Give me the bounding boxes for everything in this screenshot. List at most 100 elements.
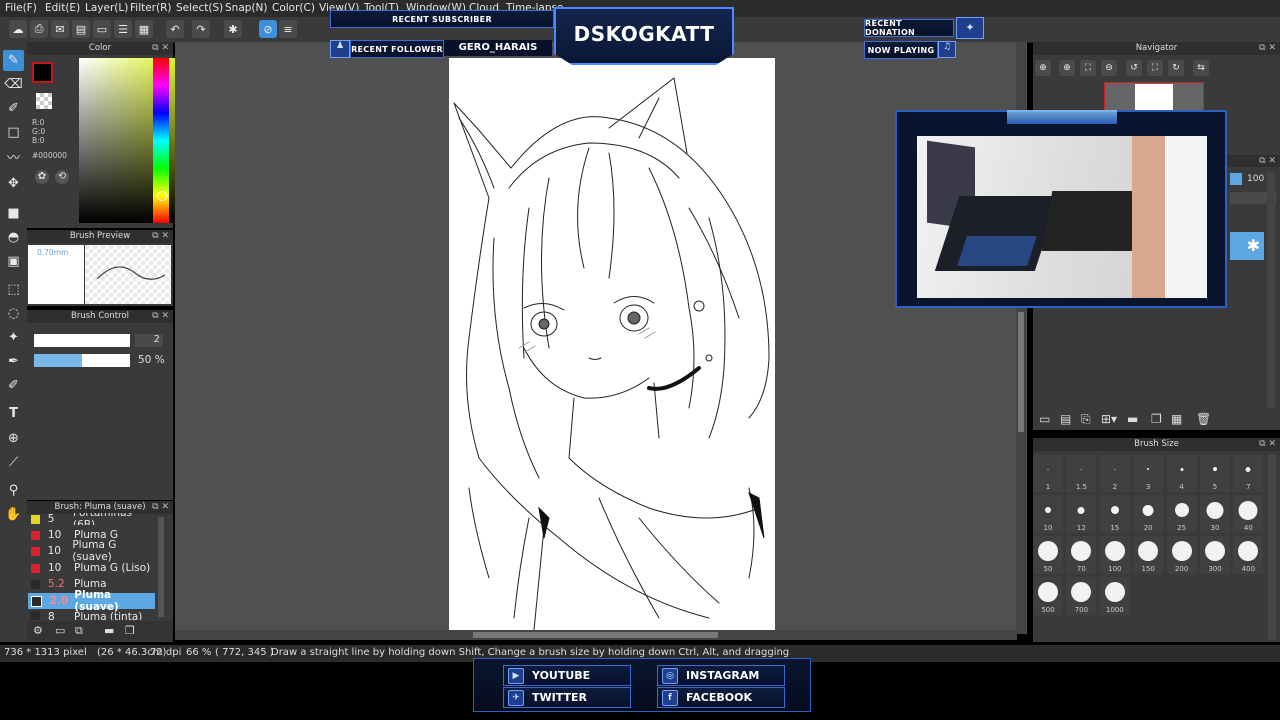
magic-wand-icon[interactable]: ✦ <box>3 327 24 348</box>
brush-size-option[interactable]: 400 <box>1233 536 1264 574</box>
facebook-link[interactable]: f FACEBOOK <box>657 687 785 708</box>
document-icon[interactable]: ▭ <box>93 20 111 38</box>
rotate-right-icon[interactable]: ↻ <box>1168 60 1184 76</box>
hand-tool-icon[interactable]: ✋ <box>3 504 24 525</box>
panel-close-icon[interactable]: ⧉ ✕ <box>152 42 169 55</box>
color-picker-icon[interactable]: ⟲ <box>55 170 69 184</box>
new-layer-alt-icon[interactable]: ▤ <box>1060 412 1071 426</box>
brush-tool-icon[interactable]: 〰 <box>3 146 24 167</box>
brush-size-option[interactable]: 500 <box>1033 577 1063 615</box>
new-layer-icon[interactable]: ▭ <box>1039 412 1050 426</box>
layer-scrollbar[interactable] <box>1267 172 1275 408</box>
undo-icon[interactable]: ↶ <box>166 20 184 38</box>
fit-window-icon[interactable]: ⛶ <box>1080 60 1096 76</box>
menu-edit[interactable]: Edit(E) <box>45 2 80 14</box>
secondary-color-swatch[interactable] <box>36 93 52 109</box>
bucket-icon[interactable]: ◓ <box>3 227 24 248</box>
brush-size-option[interactable]: 2 <box>1099 454 1130 492</box>
brush-size-slider[interactable] <box>34 334 130 347</box>
gradient-icon[interactable]: ▣ <box>3 251 24 272</box>
brush-list-scrollbar[interactable] <box>158 517 164 617</box>
text-tool-icon[interactable]: T <box>3 403 24 424</box>
menu-layer[interactable]: Layer(L) <box>85 2 128 14</box>
redo-icon[interactable]: ↷ <box>192 20 210 38</box>
list-item-selected[interactable]: 2.0 Pluma (suave) <box>28 589 155 613</box>
panel-close-icon[interactable]: ⧉ ✕ <box>1259 155 1276 168</box>
panel-close-icon[interactable]: ⧉ ✕ <box>1259 42 1276 55</box>
rectangle-select-icon[interactable]: □ <box>3 122 24 143</box>
brush-size-option[interactable]: 300 <box>1200 536 1230 574</box>
menu-color[interactable]: Color(C) <box>272 2 315 14</box>
folder-icon[interactable]: ▬ <box>104 624 114 637</box>
brush-size-option[interactable]: 7 <box>1233 454 1264 492</box>
layer-opacity-bar[interactable] <box>1230 173 1242 185</box>
snap-off-icon[interactable]: ⊘ <box>259 20 277 38</box>
lasso-icon[interactable]: ◌ <box>3 303 24 324</box>
hue-handle[interactable] <box>157 191 167 201</box>
menu-filter[interactable]: Filter(R) <box>130 2 172 14</box>
list-icon[interactable]: ☰ <box>114 20 132 38</box>
twitter-link[interactable]: ✈ TWITTER <box>503 687 631 708</box>
brush-size-option[interactable]: 4 <box>1166 454 1197 492</box>
opacity-slider[interactable] <box>34 354 130 367</box>
fullscreen-icon[interactable]: ⛶ <box>1147 60 1163 76</box>
brush-size-option[interactable]: 12 <box>1066 495 1097 533</box>
list-item[interactable]: 8 Pluma (tinta) <box>28 611 155 620</box>
brush-size-option[interactable]: 15 <box>1099 495 1130 533</box>
copy-brush-icon[interactable]: ⧉ <box>75 624 83 638</box>
select-pen-icon[interactable]: ✒ <box>3 351 24 372</box>
new-brush-icon[interactable]: ▭ <box>55 624 65 637</box>
copy-layer-icon[interactable]: ⎘ <box>1081 412 1091 427</box>
brush-size-option[interactable]: 30 <box>1200 495 1230 533</box>
pen-tool-icon[interactable]: ✎ <box>3 50 24 71</box>
fill-rect-icon[interactable]: ■ <box>3 203 24 224</box>
new-file-icon[interactable]: ⎙ <box>30 20 48 38</box>
menu-snap[interactable]: Snap(N) <box>225 2 267 14</box>
brush-size-option[interactable]: 20 <box>1133 495 1164 533</box>
duplicate-icon[interactable]: ❐ <box>125 624 135 637</box>
zoom-in-icon[interactable]: ⊕ <box>1035 60 1051 76</box>
grid-icon[interactable]: ▦ <box>135 20 153 38</box>
drawing-canvas[interactable] <box>449 58 775 630</box>
palette-icon[interactable]: ✿ <box>35 170 49 184</box>
sparkle-icon[interactable]: ✱ <box>224 20 242 38</box>
brush-size-option[interactable]: 3 <box>1133 454 1164 492</box>
flip-icon[interactable]: ⇆ <box>1193 60 1209 76</box>
zoom-out-icon[interactable]: ⊖ <box>1101 60 1117 76</box>
youtube-link[interactable]: ▶ YOUTUBE <box>503 665 631 686</box>
brush-size-option[interactable]: 700 <box>1066 577 1097 615</box>
panel-close-icon[interactable]: ⧉ ✕ <box>152 230 169 243</box>
zoom-in-alt-icon[interactable]: ⊕ <box>1059 60 1075 76</box>
brush-size-scrollbar[interactable] <box>1268 454 1276 640</box>
brush-size-option[interactable]: 10 <box>1033 495 1063 533</box>
rotate-left-icon[interactable]: ↺ <box>1126 60 1142 76</box>
folder-icon[interactable]: ▬ <box>1127 412 1138 426</box>
brush-size-option[interactable]: 200 <box>1166 536 1197 574</box>
brush-size-option[interactable]: 70 <box>1066 536 1097 574</box>
eyedropper-icon[interactable]: ⚲ <box>3 480 24 501</box>
save-icon[interactable]: ▤ <box>72 20 90 38</box>
gear-icon[interactable]: ⚙ <box>33 624 43 637</box>
brush-size-option[interactable]: 1000 <box>1099 577 1130 615</box>
panel-close-icon[interactable]: ⧉ ✕ <box>1259 438 1276 451</box>
divide-icon[interactable]: ⟋ <box>3 452 24 473</box>
list-item[interactable]: 10 Pluma G (suave) <box>28 539 155 563</box>
list-item[interactable]: 10 Pluma G (Liso) <box>28 560 155 576</box>
eraser-tool-icon[interactable]: ⌫ <box>3 74 24 95</box>
operation-icon[interactable]: ⊕ <box>3 428 24 449</box>
brush-size-option[interactable]: 50 <box>1033 536 1063 574</box>
grid-icon[interactable]: ▦ <box>1171 412 1182 426</box>
menu-file[interactable]: File(F) <box>5 2 37 14</box>
brush-size-option[interactable]: 1.5 <box>1066 454 1097 492</box>
add-layer-dropdown-icon[interactable]: ⊞▾ <box>1101 412 1117 426</box>
brush-size-option[interactable]: 150 <box>1133 536 1164 574</box>
brush-size-option[interactable]: 40 <box>1233 495 1264 533</box>
move-tool-icon[interactable]: ✥ <box>3 173 24 194</box>
merge-icon[interactable]: ❐ <box>1151 412 1162 426</box>
trash-icon[interactable]: 🗑 <box>1196 412 1211 426</box>
cloud-icon[interactable]: ☁ <box>9 20 27 38</box>
select-eraser-icon[interactable]: ✐ <box>3 375 24 396</box>
chat-icon[interactable]: ✉ <box>51 20 69 38</box>
horizontal-scrollbar[interactable] <box>175 630 1017 640</box>
brush-size-option[interactable]: 100 <box>1099 536 1130 574</box>
